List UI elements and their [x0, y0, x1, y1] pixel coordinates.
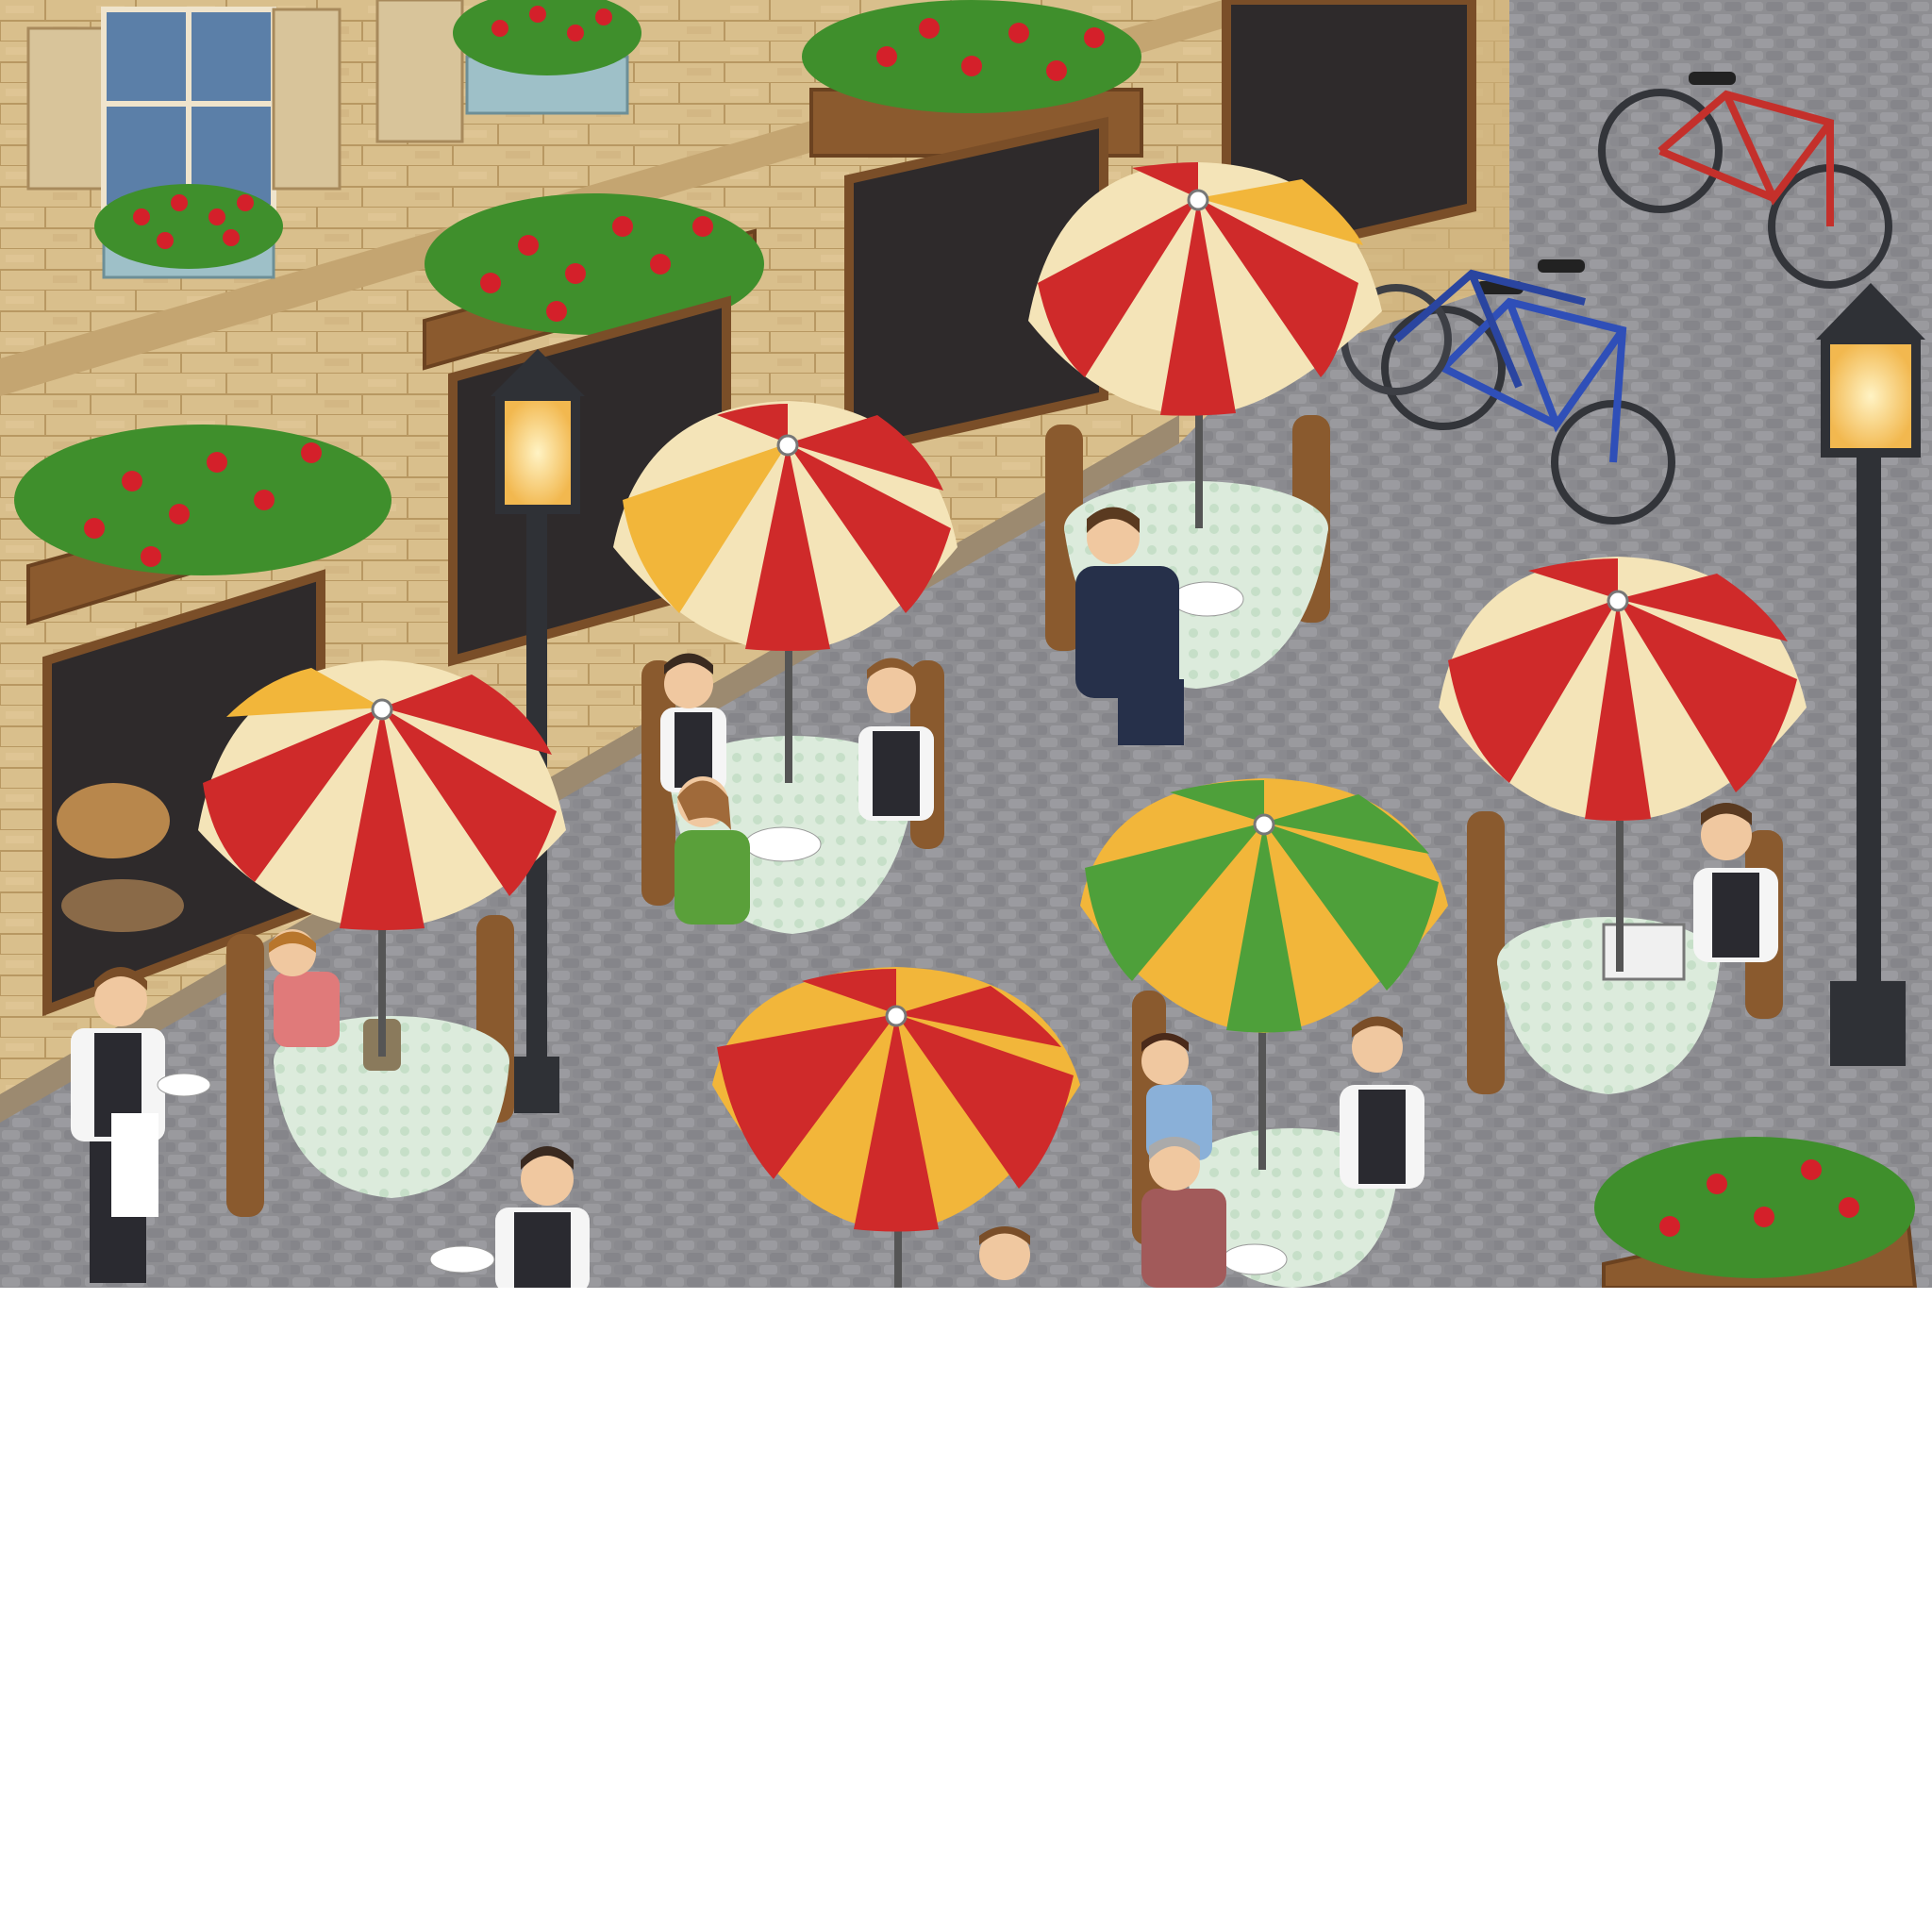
scene-canvas — [0, 0, 1932, 1288]
man-bottom-partial — [979, 1226, 1030, 1280]
upper-window-left — [26, 7, 341, 210]
flower-box-upper-left — [94, 184, 283, 279]
blank-area — [0, 1288, 1932, 1932]
flower-box-bottom-right — [1594, 1137, 1918, 1288]
cafe-terrace-scene — [0, 0, 1932, 1288]
flower-box-top-center — [453, 0, 641, 115]
upper-window-right — [375, 0, 464, 143]
